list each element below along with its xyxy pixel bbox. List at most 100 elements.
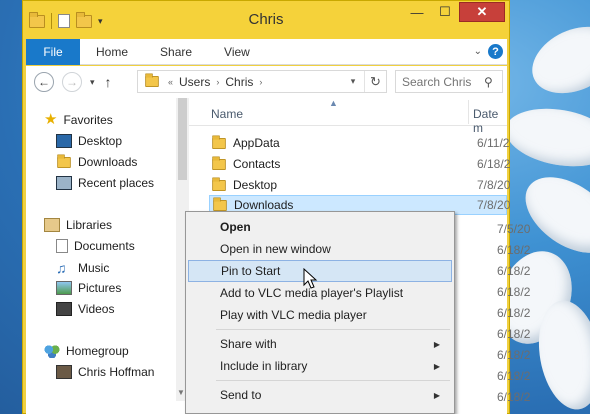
breadcrumb: « Users › Chris › xyxy=(168,75,262,89)
recent-locations-icon[interactable]: ▾ xyxy=(90,77,95,88)
downloads-folder-icon xyxy=(213,196,227,211)
search-icon[interactable]: ⚲ xyxy=(484,75,493,89)
nav-videos-label: Videos xyxy=(78,302,115,316)
minimize-button[interactable]: — xyxy=(403,2,431,22)
recent-places-icon xyxy=(56,176,72,190)
breadcrumb-users[interactable]: Users xyxy=(179,75,210,89)
file-row-desktop[interactable]: Desktop 7/8/20 xyxy=(209,175,511,195)
help-icon[interactable]: ? xyxy=(488,44,503,59)
file-name: AppData xyxy=(233,136,280,150)
nav-videos[interactable]: Videos xyxy=(56,302,114,316)
nav-recent-places[interactable]: Recent places xyxy=(56,176,154,190)
menu-item-add-to-vlc-playlist[interactable]: Add to VLC media player's Playlist xyxy=(188,282,452,304)
desktop-icon xyxy=(56,134,72,148)
file-date: 7/8/20 xyxy=(477,178,511,192)
menu-separator xyxy=(216,329,450,330)
scroll-down-arrow-icon[interactable]: ▼ xyxy=(177,388,185,397)
submenu-arrow-icon: ▶ xyxy=(433,339,440,349)
breadcrumb-separator[interactable]: › xyxy=(216,77,219,87)
navigation-bar: ← → ▾ ↑ « Users › Chris › ▾ ↻ ⚲ xyxy=(26,66,507,98)
breadcrumb-separator[interactable]: › xyxy=(259,77,262,87)
nav-desktop[interactable]: Desktop xyxy=(56,134,122,148)
column-divider[interactable] xyxy=(468,100,469,124)
file-date: 6/18/2 xyxy=(497,264,531,278)
nav-downloads-label: Downloads xyxy=(78,155,138,169)
ribbon-tabs: File Home Share View ⌄ ? xyxy=(26,38,507,65)
menu-item-send-to[interactable]: Send to ▶ xyxy=(188,384,452,406)
nav-homegroup-label: Homegroup xyxy=(66,344,129,358)
nav-chris-hoffman-label: Chris Hoffman xyxy=(78,365,155,379)
file-date: 6/11/2 xyxy=(477,136,510,150)
file-date: 6/18/2 xyxy=(497,348,531,362)
nav-favorites[interactable]: ★ Favorites xyxy=(44,112,113,127)
close-button[interactable]: ✕ xyxy=(459,2,505,22)
file-row-appdata[interactable]: AppData 6/11/2 xyxy=(209,133,510,153)
address-dropdown-icon[interactable]: ▾ xyxy=(344,71,362,92)
title-bar[interactable]: ▾ Chris — ☐ ✕ xyxy=(23,1,509,39)
nav-chris-hoffman[interactable]: Chris Hoffman xyxy=(56,365,154,379)
documents-icon xyxy=(56,239,68,253)
libraries-icon xyxy=(44,218,60,232)
flower-petal xyxy=(501,100,590,175)
videos-icon xyxy=(56,302,72,316)
menu-item-play-with-vlc[interactable]: Play with VLC media player xyxy=(188,304,452,326)
menu-item-share-with[interactable]: Share with ▶ xyxy=(188,333,452,355)
nav-downloads[interactable]: Downloads xyxy=(56,153,138,169)
file-date: 6/18/2 xyxy=(497,369,531,383)
column-header-date[interactable]: Date m xyxy=(473,107,507,135)
nav-libraries-label: Libraries xyxy=(66,218,113,232)
tab-file[interactable]: File xyxy=(26,38,80,65)
file-date: 6/18/2 xyxy=(497,390,531,404)
sort-ascending-icon: ▲ xyxy=(329,98,338,108)
file-date: 6/18/2 xyxy=(497,243,531,257)
refresh-button[interactable]: ↻ xyxy=(364,71,386,92)
nav-favorites-label: Favorites xyxy=(63,112,113,127)
folder-icon xyxy=(145,73,159,88)
menu-separator xyxy=(216,380,450,381)
menu-item-pin-to-start[interactable]: Pin to Start xyxy=(188,260,452,282)
mouse-cursor-icon xyxy=(303,268,318,289)
menu-item-label: Send to xyxy=(220,388,262,402)
pictures-icon xyxy=(56,281,72,295)
navigation-pane: ★ Favorites Desktop Downloads Recent pla… xyxy=(26,98,189,414)
forward-button[interactable]: → xyxy=(62,72,82,92)
submenu-arrow-icon: ▶ xyxy=(433,390,440,400)
nav-libraries[interactable]: Libraries xyxy=(44,218,112,232)
file-date: 7/8/20 xyxy=(477,198,511,212)
tab-home[interactable]: Home xyxy=(80,45,144,59)
nav-pictures[interactable]: Pictures xyxy=(56,281,121,295)
search-input[interactable] xyxy=(402,74,484,89)
address-bar[interactable]: « Users › Chris › ▾ ↻ xyxy=(137,70,387,93)
up-button[interactable]: ↑ xyxy=(105,74,112,90)
tab-share[interactable]: Share xyxy=(144,45,208,59)
tab-view[interactable]: View xyxy=(208,45,266,59)
menu-item-open-new-window[interactable]: Open in new window xyxy=(188,238,452,260)
back-button[interactable]: ← xyxy=(34,72,54,92)
maximize-button[interactable]: ☐ xyxy=(431,2,459,22)
submenu-arrow-icon: ▶ xyxy=(433,361,440,371)
file-row-contacts[interactable]: Contacts 6/18/2 xyxy=(209,154,511,174)
nav-homegroup[interactable]: Homegroup xyxy=(44,344,129,358)
nav-music[interactable]: ♫ Music xyxy=(56,260,109,276)
menu-item-include-in-library[interactable]: Include in library ▶ xyxy=(188,355,452,377)
flower-petal xyxy=(521,13,590,107)
music-icon: ♫ xyxy=(56,260,67,276)
column-header-name[interactable]: Name xyxy=(211,107,243,121)
nav-documents-label: Documents xyxy=(74,239,135,253)
nav-documents[interactable]: Documents xyxy=(56,239,135,253)
nav-pictures-label: Pictures xyxy=(78,281,122,295)
file-name: Desktop xyxy=(233,178,278,192)
breadcrumb-overflow[interactable]: « xyxy=(168,77,173,87)
menu-item-open[interactable]: Open xyxy=(188,216,452,238)
contacts-folder-icon xyxy=(212,155,226,170)
star-icon: ★ xyxy=(44,111,58,128)
file-date: 6/18/2 xyxy=(477,157,511,171)
scrollbar-thumb[interactable] xyxy=(178,98,187,180)
nav-music-label: Music xyxy=(78,261,110,275)
expand-ribbon-icon[interactable]: ⌄ xyxy=(474,46,482,57)
context-menu: Open Open in new window Pin to Start Add… xyxy=(185,211,455,414)
folder-icon xyxy=(212,134,226,149)
downloads-folder-icon xyxy=(57,153,71,168)
breadcrumb-chris[interactable]: Chris xyxy=(225,75,253,89)
homegroup-icon xyxy=(44,344,60,358)
